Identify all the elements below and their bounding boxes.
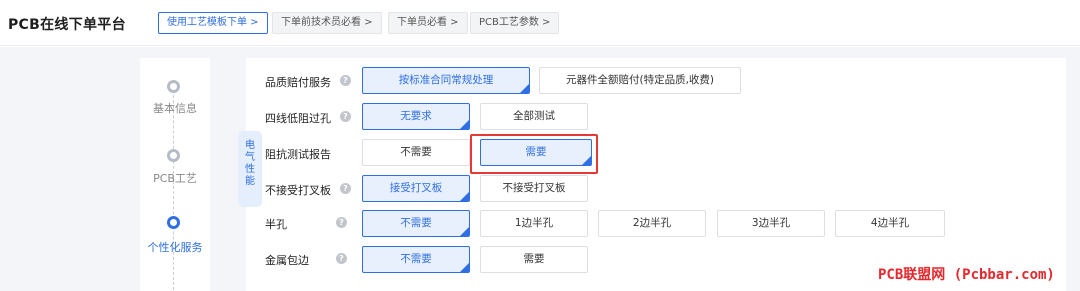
help-icon[interactable]: ?	[340, 183, 351, 194]
section-tab-char: 气	[245, 152, 255, 163]
breadcrumb-order-guide[interactable]: 下单员必看 >	[388, 12, 468, 34]
row-label-x-out-board: 不接受打叉板	[265, 184, 331, 197]
help-icon[interactable]: ?	[336, 253, 347, 264]
step-pcb-process[interactable]: PCB工艺	[140, 170, 210, 186]
step-basic-info[interactable]: 基本信息	[140, 100, 210, 116]
top-header: PCB在线下单平台 使用工艺模板下单 > 下单前技术员必看 > 下单员必看 > …	[0, 0, 1080, 46]
row-label-half-hole: 半孔	[265, 218, 287, 231]
help-icon[interactable]: ?	[340, 111, 351, 122]
option-impedance-not-needed[interactable]: 不需要	[362, 139, 470, 166]
row-label-four-wire-via: 四线低阻过孔	[265, 112, 331, 125]
option-no-requirement[interactable]: 无要求	[362, 103, 470, 130]
option-half-hole-1[interactable]: 1边半孔	[480, 210, 588, 237]
option-test-all[interactable]: 全部测试	[480, 103, 588, 130]
help-icon[interactable]: ?	[340, 75, 351, 86]
section-tab-electrical[interactable]: 电 气 性 能	[238, 131, 262, 207]
option-accept-x-out[interactable]: 接受打叉板	[362, 175, 470, 202]
section-tab-char: 电	[245, 140, 255, 151]
step-sidebar: 基本信息 PCB工艺 个性化服务	[140, 58, 210, 291]
step-custom-service[interactable]: 个性化服务	[140, 239, 210, 255]
breadcrumb-tech-guide[interactable]: 下单前技术员必看 >	[272, 12, 382, 34]
option-full-compensation[interactable]: 元器件全额赔付(特定品质,收费)	[539, 67, 741, 94]
option-half-hole-2[interactable]: 2边半孔	[598, 210, 706, 237]
brand-title: PCB在线下单平台	[8, 17, 126, 33]
section-tab-char: 能	[245, 176, 255, 187]
step-dot-basic-info-icon	[167, 80, 180, 93]
step-dot-pcb-process-icon	[167, 149, 180, 162]
breadcrumb-pcb-params[interactable]: PCB工艺参数 >	[470, 12, 560, 34]
option-standard-contract[interactable]: 按标准合同常规处理	[362, 67, 530, 94]
breadcrumb-template-order[interactable]: 使用工艺模板下单 >	[158, 12, 268, 34]
option-metal-edge-none[interactable]: 不需要	[362, 246, 470, 273]
help-icon[interactable]: ?	[336, 217, 347, 228]
row-label-metal-edge: 金属包边	[265, 254, 309, 267]
option-metal-edge-needed[interactable]: 需要	[480, 246, 588, 273]
row-label-quality-compensation: 品质赔付服务	[265, 76, 331, 89]
option-reject-x-out[interactable]: 不接受打叉板	[480, 175, 588, 202]
red-highlight-box	[470, 134, 598, 174]
option-half-hole-4[interactable]: 4边半孔	[835, 210, 945, 237]
option-half-hole-none[interactable]: 不需要	[362, 210, 470, 237]
step-dot-custom-service-icon	[167, 216, 180, 229]
option-half-hole-3[interactable]: 3边半孔	[717, 210, 825, 237]
section-tab-char: 性	[245, 164, 255, 175]
row-label-impedance-report: 阻抗测试报告	[265, 148, 331, 161]
watermark: PCB联盟网 (Pcbbar.com)	[878, 267, 1055, 283]
